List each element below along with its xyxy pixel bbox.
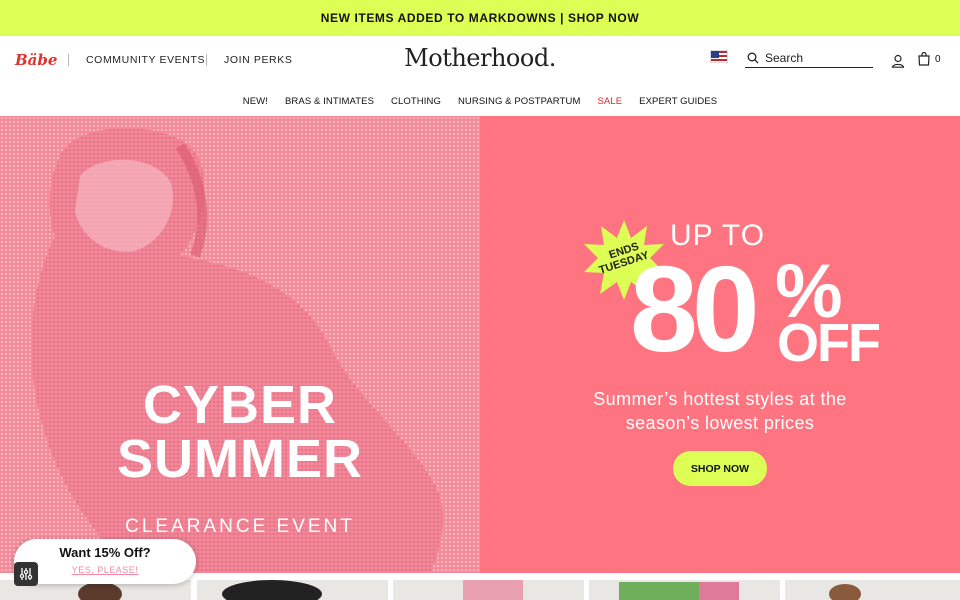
headline-line-1: CYBER [142, 375, 338, 435]
popup-title: Want 15% Off? [59, 545, 151, 560]
divider [206, 54, 207, 66]
popup-yes-link[interactable]: YES, PLEASE! [14, 565, 196, 575]
product-tile[interactable] [393, 580, 584, 600]
nav-item-clothing[interactable]: CLOTHING [391, 96, 441, 107]
nav-item-expert-guides[interactable]: EXPERT GUIDES [639, 96, 717, 107]
nav-item-sale[interactable]: SALE [597, 96, 622, 107]
discount-number: 80 [630, 241, 760, 377]
product-image [463, 580, 523, 600]
site-header: Bäbe COMMUNITY EVENTS JOIN PERKS Motherh… [0, 36, 960, 86]
babe-logo[interactable]: Bäbe [15, 51, 57, 69]
motherhood-logo[interactable]: Motherhood. [404, 44, 556, 72]
off-text: OFF [777, 313, 881, 373]
product-tile[interactable] [785, 580, 960, 600]
community-events-link[interactable]: COMMUNITY EVENTS [86, 54, 205, 66]
search-input[interactable] [765, 50, 870, 65]
shop-now-button[interactable]: SHOP NOW [673, 451, 767, 486]
hero-banner-right: ENDS TUESDAY UP TO 80 % OFF Summer’s hot… [480, 116, 960, 573]
hero-subtitle: CLEARANCE EVENT [125, 516, 355, 537]
hero-headline: CYBER SUMMER [0, 378, 480, 486]
announcement-text[interactable]: NEW ITEMS ADDED TO MARKDOWNS | SHOP NOW [321, 11, 640, 25]
account-icon[interactable] [891, 54, 905, 68]
us-flag-icon[interactable] [710, 50, 728, 63]
headline-line-2: SUMMER [117, 429, 363, 489]
product-image [829, 584, 861, 600]
product-image [619, 582, 739, 600]
nav-item-nursing-postpartum[interactable]: NURSING & POSTPARTUM [458, 96, 581, 107]
product-tile[interactable] [197, 580, 388, 600]
product-image [222, 580, 322, 600]
product-tile[interactable] [589, 580, 780, 600]
discount-popup[interactable]: Want 15% Off? YES, PLEASE! [14, 539, 196, 584]
search-icon [747, 52, 759, 63]
accessibility-button[interactable] [14, 562, 38, 586]
shopping-bag-icon [918, 52, 930, 66]
divider [68, 54, 69, 66]
promo-subtitle-line-2: season’s lowest prices [625, 413, 815, 433]
cart-count: 0 [935, 53, 941, 65]
nav-item-new[interactable]: NEW! [243, 96, 268, 107]
main-nav: NEW! BRAS & INTIMATES CLOTHING NURSING &… [0, 86, 960, 116]
model-photo [31, 127, 443, 573]
join-perks-link[interactable]: JOIN PERKS [224, 54, 292, 66]
nav-item-bras-intimates[interactable]: BRAS & INTIMATES [285, 96, 374, 107]
promo-subtitle: Summer’s hottest styles at the season’s … [480, 387, 960, 435]
sliders-icon [19, 568, 33, 580]
announcement-bar[interactable]: NEW ITEMS ADDED TO MARKDOWNS | SHOP NOW [0, 0, 960, 36]
promo-subtitle-line-1: Summer’s hottest styles at the [593, 389, 847, 409]
cart-button[interactable]: 0 [918, 52, 941, 66]
hero-banner-left[interactable]: CYBER SUMMER CLEARANCE EVENT [0, 116, 480, 573]
search-bar[interactable] [745, 48, 873, 68]
